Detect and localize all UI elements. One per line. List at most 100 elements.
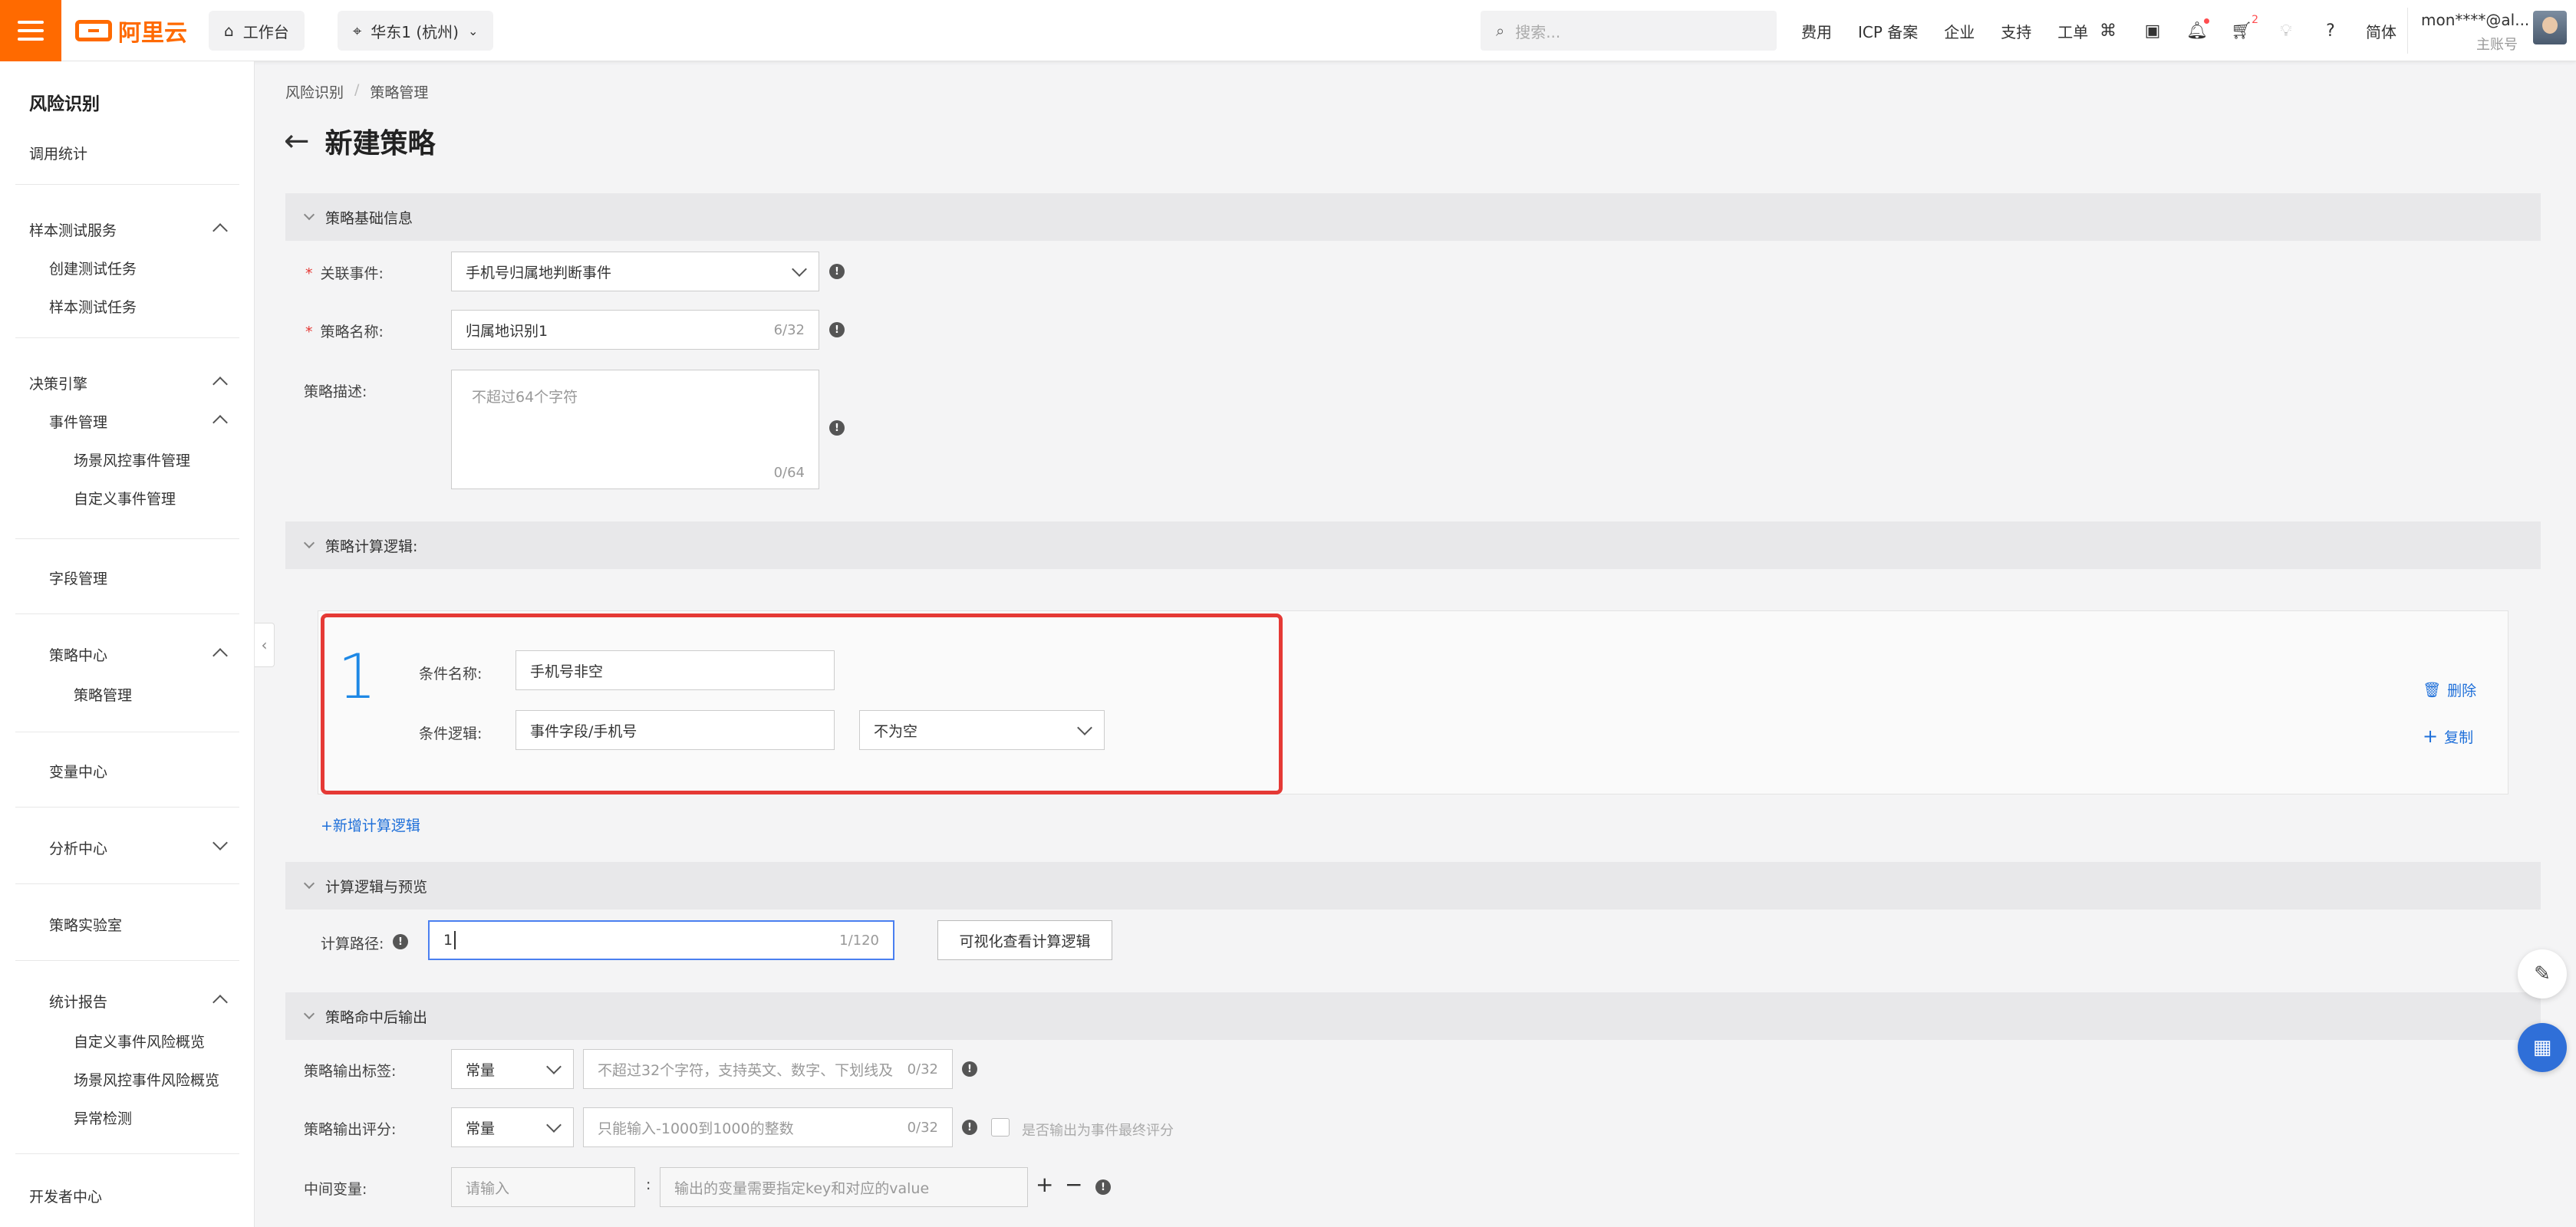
sidebar-item-event-mgmt[interactable]: 事件管理 <box>49 411 255 432</box>
search-input[interactable]: ⌕ 搜索... <box>1481 11 1777 51</box>
sidebar-item-custom-event[interactable]: 自定义事件管理 <box>74 488 176 508</box>
breadcrumb-item[interactable]: 风险识别 <box>285 81 344 102</box>
add-logic-button[interactable]: +新增计算逻辑 <box>321 814 420 835</box>
plus-icon: + <box>2423 725 2439 747</box>
score-type-select[interactable]: 常量 <box>451 1107 574 1147</box>
info-icon[interactable]: ! <box>829 420 845 436</box>
condition-name-input[interactable]: 手机号非空 <box>516 650 835 690</box>
section-title: 策略命中后输出 <box>325 1008 428 1026</box>
sidebar-item-policy-lab[interactable]: 策略实验室 <box>49 914 122 935</box>
final-score-checkbox[interactable] <box>991 1118 1010 1137</box>
sidebar-item-dev-center[interactable]: 开发者中心 <box>29 1186 102 1206</box>
logo[interactable]: 阿里云 <box>75 15 187 47</box>
sidebar-title: 风险识别 <box>29 94 100 114</box>
sidebar: 风险识别 调用统计 样本测试服务 创建测试任务 样本测试任务 决策引擎 事件管理… <box>0 61 255 1227</box>
tag-value-input[interactable]: 不超过32个字符，支持英文、数字、下划线及 0/32 <box>583 1049 953 1089</box>
link-ticket[interactable]: 工单 <box>2057 20 2088 42</box>
sidebar-item-sample-task[interactable]: 样本测试任务 <box>49 296 137 317</box>
chevron-down-icon <box>303 1008 315 1020</box>
info-icon[interactable]: ! <box>829 264 845 279</box>
sidebar-item-sample-service[interactable]: 样本测试服务 <box>29 219 255 240</box>
top-icons: ⌘ ▣ 🔔︎ 🛒︎ 2 💡︎ ? <box>2097 0 2341 61</box>
back-arrow-icon[interactable]: ← <box>284 123 310 159</box>
top-links: 费用 ICP 备案 企业 支持 工单 <box>1801 0 2088 61</box>
tag-type-select[interactable]: 常量 <box>451 1049 574 1089</box>
terminal-icon[interactable]: ▣ <box>2142 20 2163 41</box>
policy-name-input[interactable]: 归属地识别1 6/32 <box>451 310 819 350</box>
info-icon[interactable]: ! <box>962 1061 977 1077</box>
link-fees[interactable]: 费用 <box>1801 20 1832 42</box>
event-label: * 关联事件: <box>305 265 384 282</box>
condition-operator-select[interactable]: 不为空 <box>859 710 1105 750</box>
code-icon[interactable]: ⌘ <box>2097 20 2119 41</box>
section-header-logic[interactable]: 策略计算逻辑: <box>285 521 2541 569</box>
sidebar-item-decision-engine[interactable]: 决策引擎 <box>29 373 255 393</box>
divider <box>2407 8 2408 54</box>
info-icon[interactable]: ! <box>393 934 408 949</box>
copy-condition-button[interactable]: + 复制 <box>2423 725 2473 747</box>
section-header-preview[interactable]: 计算逻辑与预览 <box>285 862 2541 910</box>
divider <box>15 960 239 961</box>
sidebar-item-custom-overview[interactable]: 自定义事件风险概览 <box>74 1031 205 1051</box>
section-header-basic[interactable]: 策略基础信息 <box>285 193 2541 241</box>
policy-desc-textarea[interactable]: 不超过64个字符 0/64 <box>451 370 819 489</box>
divider <box>15 337 239 338</box>
policy-name-value: 归属地识别1 <box>466 322 548 340</box>
info-icon[interactable]: ! <box>829 322 845 337</box>
add-var-icon[interactable]: + <box>1036 1172 1053 1197</box>
chevron-down-icon <box>303 877 315 890</box>
remove-var-icon[interactable]: − <box>1065 1172 1082 1197</box>
help-icon[interactable]: ? <box>2320 20 2341 41</box>
sidebar-item-call-stats[interactable]: 调用统计 <box>29 143 87 163</box>
condition-field-input[interactable]: 事件字段/手机号 <box>516 710 835 750</box>
sidebar-item-scene-overview[interactable]: 场景风控事件风险概览 <box>74 1069 219 1090</box>
sidebar-item-field-mgmt[interactable]: 字段管理 <box>49 567 107 588</box>
user-role: 主账号 <box>2476 37 2518 53</box>
score-value-input[interactable]: 只能输入-1000到1000的整数 0/32 <box>583 1107 953 1147</box>
menu-button[interactable] <box>0 0 61 61</box>
language-switch[interactable]: 简体 <box>2366 20 2396 42</box>
mid-var-value-input[interactable]: 输出的变量需要指定key和对应的value <box>660 1167 1028 1207</box>
edit-float-button[interactable]: ✎ <box>2518 949 2567 998</box>
mid-key-placeholder: 请输入 <box>466 1179 510 1197</box>
top-bar: 阿里云 ⌂ 工作台 ⌖ 华东1 (杭州) ⌄ ⌕ 搜索... 费用 ICP 备案… <box>0 0 2576 61</box>
sidebar-collapse-button[interactable]: ‹ <box>255 623 275 667</box>
condition-operator-value: 不为空 <box>874 722 918 740</box>
mid-var-key-input[interactable]: 请输入 <box>451 1167 635 1207</box>
sidebar-item-stats-report[interactable]: 统计报告 <box>49 991 255 1012</box>
final-score-label: 是否输出为事件最终评分 <box>1022 1123 1174 1139</box>
score-type-value: 常量 <box>466 1120 496 1137</box>
link-enterprise[interactable]: 企业 <box>1944 20 1975 42</box>
sidebar-item-var-center[interactable]: 变量中心 <box>49 761 107 781</box>
info-icon[interactable]: ! <box>1095 1179 1111 1195</box>
breadcrumb-item[interactable]: 策略管理 <box>370 81 428 102</box>
avatar[interactable] <box>2533 11 2567 44</box>
event-label-text: 关联事件: <box>320 265 384 282</box>
event-select[interactable]: 手机号归属地判断事件 <box>451 252 819 291</box>
region-selector[interactable]: ⌖ 华东1 (杭州) ⌄ <box>338 11 494 51</box>
sidebar-item-label: 分析中心 <box>49 840 108 857</box>
mid-var-label: 中间变量: <box>304 1181 367 1198</box>
sidebar-item-policy-mgmt[interactable]: 策略管理 <box>74 684 132 705</box>
sidebar-item-create-task[interactable]: 创建测试任务 <box>49 258 137 278</box>
workbench-button[interactable]: ⌂ 工作台 <box>209 11 305 51</box>
info-icon[interactable]: ! <box>962 1120 977 1135</box>
link-support[interactable]: 支持 <box>2001 20 2031 42</box>
chevron-up-icon <box>212 223 228 238</box>
user-name[interactable]: mon****@al... <box>2421 11 2529 29</box>
sidebar-item-scene-event[interactable]: 场景风控事件管理 <box>74 449 190 470</box>
apps-float-button[interactable]: ▦ <box>2518 1023 2567 1072</box>
cart-icon[interactable]: 🛒︎ 2 <box>2231 14 2258 41</box>
bell-icon[interactable]: 🔔︎ <box>2186 18 2209 41</box>
calc-path-input[interactable]: 1 1/120 <box>428 920 894 960</box>
link-icp[interactable]: ICP 备案 <box>1858 20 1918 42</box>
visualize-logic-button[interactable]: 可视化查看计算逻辑 <box>937 920 1112 960</box>
sidebar-item-anomaly[interactable]: 异常检测 <box>74 1107 132 1128</box>
delete-condition-button[interactable]: 🗑︎ 删除 <box>2423 679 2476 700</box>
delete-label: 删除 <box>2447 683 2477 699</box>
sidebar-item-analysis-center[interactable]: 分析中心 <box>49 835 255 858</box>
mid-value-placeholder: 输出的变量需要指定key和对应的value <box>674 1179 930 1197</box>
section-header-output[interactable]: 策略命中后输出 <box>285 992 2541 1040</box>
sidebar-item-policy-center[interactable]: 策略中心 <box>49 644 255 665</box>
bulb-icon[interactable]: 💡︎ <box>2275 20 2297 41</box>
